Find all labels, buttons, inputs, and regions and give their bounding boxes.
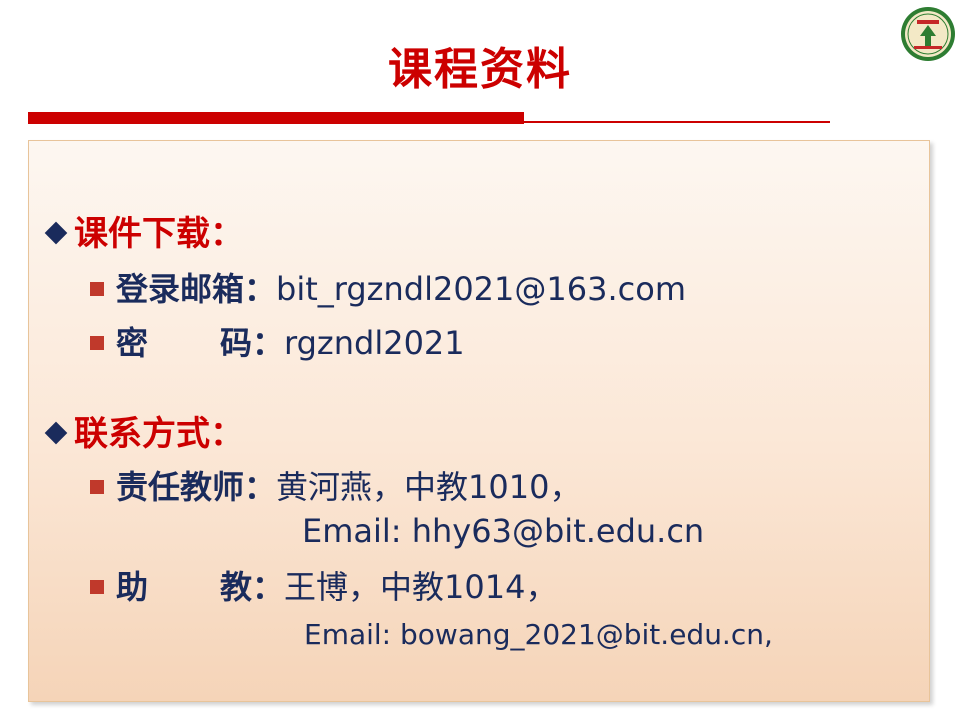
slide-title: 课程资料 (388, 44, 572, 95)
assistant-label-a: 助 (116, 568, 149, 606)
email-label: 登录邮箱： (116, 270, 277, 308)
diamond-bullet-icon (44, 421, 68, 445)
list-item-assistant: 助 教：王博，中教1014， (90, 566, 557, 608)
assistant-email: Email: bowang_2021@bit.edu.cn, (304, 618, 773, 651)
assistant-value: 王博，中教1014， (284, 568, 558, 606)
section-contact-title: 联系方式： (74, 414, 244, 454)
password-label-a: 密 (116, 324, 149, 362)
list-item-email: 登录邮箱：bit_rgzndl2021@163.com (90, 268, 686, 310)
square-bullet-icon (90, 336, 104, 350)
section-materials-heading: 课件下载： (42, 212, 244, 256)
section-materials-title: 课件下载： (74, 214, 244, 254)
password-label-b: 码： (220, 324, 285, 362)
title-underline-thick (28, 112, 524, 124)
teacher-email: Email: hhy63@bit.edu.cn (302, 512, 705, 550)
email-value: bit_rgzndl2021@163.com (276, 270, 686, 308)
list-item-password: 密 码：rgzndl2021 (90, 322, 465, 364)
diamond-bullet-icon (44, 221, 68, 245)
title-underline-thin (524, 121, 830, 123)
list-item-teacher: 责任教师：黄河燕，中教1010， (90, 466, 581, 508)
square-bullet-icon (90, 282, 104, 296)
square-bullet-icon (90, 480, 104, 494)
section-contact-heading: 联系方式： (42, 412, 244, 456)
square-bullet-icon (90, 580, 104, 594)
teacher-value: 黄河燕，中教1010， (276, 468, 582, 506)
password-value: rgzndl2021 (284, 324, 465, 362)
assistant-label-b: 教： (220, 568, 285, 606)
teacher-label: 责任教师： (116, 468, 277, 506)
